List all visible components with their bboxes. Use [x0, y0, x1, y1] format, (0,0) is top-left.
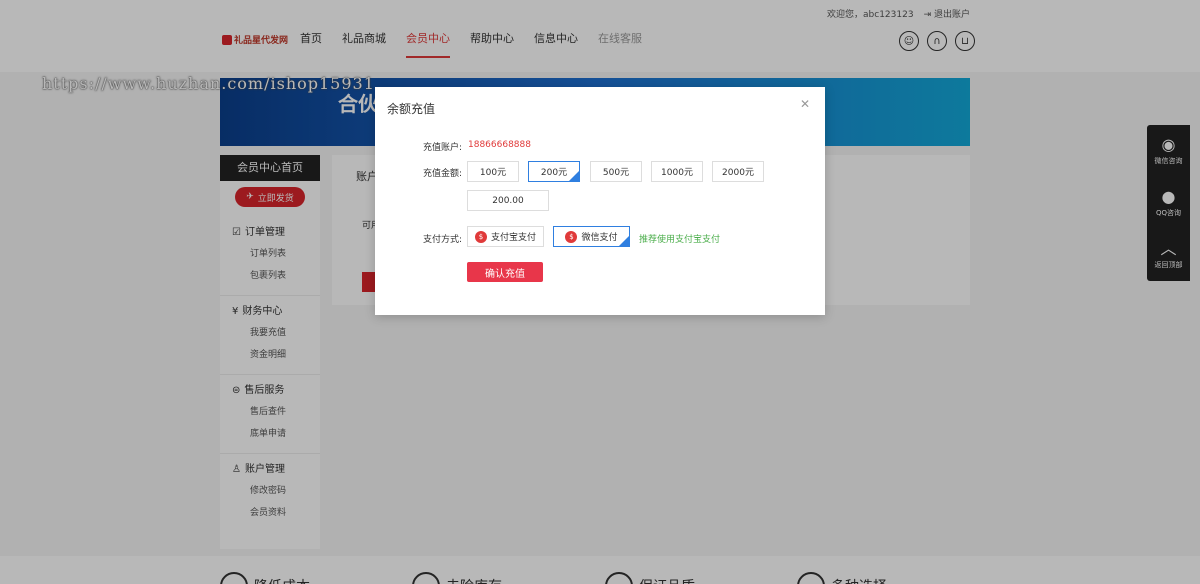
confirm-recharge-button[interactable]: 确认充值 [467, 262, 543, 282]
amount-label: 充值金额: [422, 169, 462, 179]
modal-title: 余额充值 [387, 102, 436, 116]
amount-option-100[interactable]: 100元 [467, 161, 519, 182]
pay-recommendation: 推荐使用支付宝支付 [639, 235, 721, 245]
pay-label: 支付方式: [422, 235, 462, 245]
custom-amount-input[interactable] [467, 190, 549, 211]
pay-option-label: 支付宝支付 [490, 233, 536, 243]
money-bag-icon: $ [474, 230, 487, 243]
account-value: 18866668888 [468, 140, 531, 150]
amount-option-2000[interactable]: 2000元 [712, 161, 764, 182]
close-icon[interactable]: ✕ [800, 97, 810, 111]
account-label: 充值账户: [422, 143, 462, 153]
recharge-modal: 余额充值 ✕ 充值账户: 18866668888 充值金额: 100元 200元… [375, 87, 825, 315]
money-bag-icon: $ [565, 230, 578, 243]
pay-option-wechat[interactable]: $ 微信支付 [553, 226, 630, 247]
amount-option-500[interactable]: 500元 [590, 161, 642, 182]
amount-option-1000[interactable]: 1000元 [651, 161, 703, 182]
pay-option-label: 微信支付 [581, 233, 618, 243]
amount-option-200[interactable]: 200元 [528, 161, 580, 182]
pay-option-alipay[interactable]: $ 支付宝支付 [467, 226, 544, 247]
